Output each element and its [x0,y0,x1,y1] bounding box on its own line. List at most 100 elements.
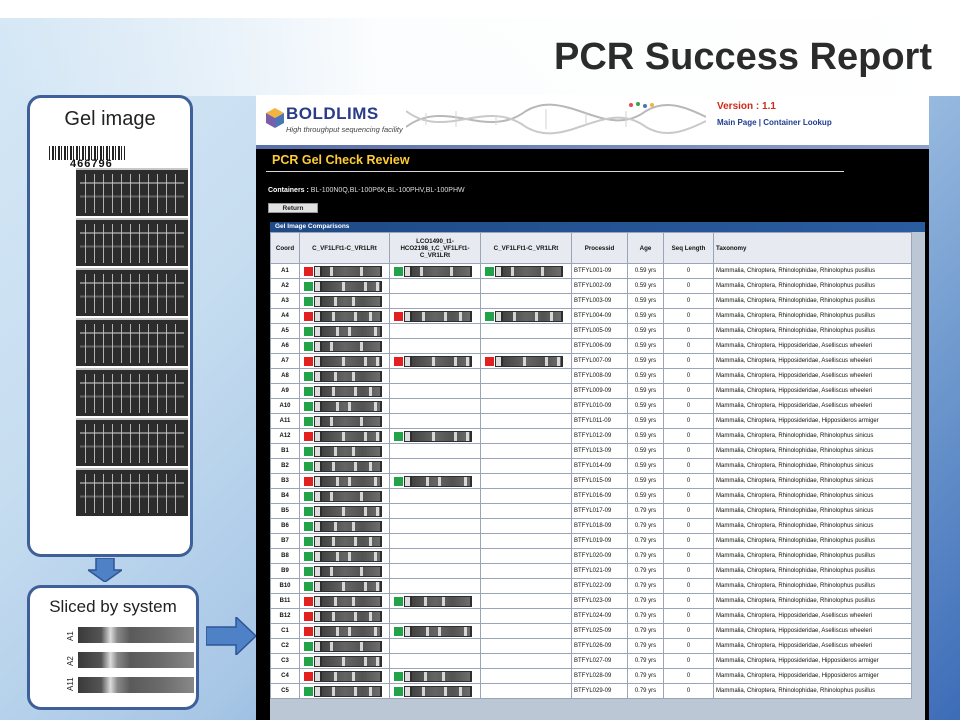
pass-status-icon[interactable] [304,416,313,426]
pass-status-icon[interactable] [304,536,313,546]
pass-status-icon[interactable] [304,686,313,696]
gel-lane-thumbnail[interactable] [314,550,382,562]
column-header[interactable]: C_VF1LFt1-C_VR1LRt [480,232,572,264]
pass-status-icon[interactable] [304,461,313,471]
gel-lane-thumbnail[interactable] [314,460,382,472]
gel-lane-thumbnail[interactable] [314,415,382,427]
gel-lane-thumbnail[interactable] [314,310,382,322]
gel-lane-thumbnail[interactable] [314,370,382,382]
column-header[interactable]: Taxonomy [713,232,912,264]
pass-status-icon[interactable] [304,341,313,351]
gel-result [392,310,478,323]
gel-lane-thumbnail[interactable] [314,610,382,622]
gel-lane-thumbnail[interactable] [404,685,472,697]
column-header[interactable]: Age [627,232,664,264]
slice-label: A1 [66,631,75,641]
gel-lane-thumbnail[interactable] [404,430,472,442]
pass-status-icon[interactable] [394,476,403,486]
gel-lane-thumbnail[interactable] [314,565,382,577]
processid-cell: BTFYL018-09 [571,518,628,534]
gel-lane-thumbnail[interactable] [404,475,472,487]
gel-lane-thumbnail[interactable] [314,265,382,277]
gel-cell [480,683,572,699]
pass-status-icon[interactable] [304,641,313,651]
gel-lane-thumbnail[interactable] [314,520,382,532]
gel-lane-thumbnail[interactable] [314,385,382,397]
column-header[interactable]: C_VF1LFt1-C_VR1LRt [299,232,390,264]
fail-status-icon[interactable] [304,476,313,486]
column-header[interactable]: Coord [270,232,300,264]
gel-lane-thumbnail[interactable] [314,445,382,457]
pass-status-icon[interactable] [304,551,313,561]
return-button[interactable]: Return [268,203,318,213]
gel-lane-thumbnail[interactable] [314,640,382,652]
fail-status-icon[interactable] [485,356,494,366]
gel-lane-thumbnail[interactable] [314,430,382,442]
fail-status-icon[interactable] [304,671,313,681]
pass-status-icon[interactable] [394,671,403,681]
gel-lane-thumbnail[interactable] [314,580,382,592]
gel-lane-thumbnail[interactable] [314,490,382,502]
coord-cell: C5 [270,683,300,699]
pass-status-icon[interactable] [304,506,313,516]
pass-status-icon[interactable] [304,371,313,381]
fail-status-icon[interactable] [304,596,313,606]
pass-status-icon[interactable] [304,326,313,336]
pass-status-icon[interactable] [304,656,313,666]
pass-status-icon[interactable] [304,491,313,501]
pass-status-icon[interactable] [304,521,313,531]
main-page-link[interactable]: Main Page [717,118,757,127]
gel-lane-thumbnail[interactable] [404,595,472,607]
pass-status-icon[interactable] [304,386,313,396]
sliced-panel: Sliced by system A1 A2 A11 [27,585,199,710]
fail-status-icon[interactable] [304,611,313,621]
gel-lane-thumbnail[interactable] [314,340,382,352]
fail-status-icon[interactable] [394,356,403,366]
pass-status-icon[interactable] [394,686,403,696]
gel-lane-thumbnail[interactable] [495,355,563,367]
pass-status-icon[interactable] [304,566,313,576]
fail-status-icon[interactable] [304,626,313,636]
gel-lane-thumbnail[interactable] [404,265,472,277]
gel-lane-thumbnail[interactable] [495,310,563,322]
container-lookup-link[interactable]: Container Lookup [763,118,831,127]
pass-status-icon[interactable] [394,266,403,276]
fail-status-icon[interactable] [394,311,403,321]
gel-lane-thumbnail[interactable] [314,475,382,487]
pass-status-icon[interactable] [304,581,313,591]
gel-lane-thumbnail[interactable] [404,355,472,367]
gel-lane-thumbnail[interactable] [314,670,382,682]
gel-lane-thumbnail[interactable] [314,295,382,307]
column-header[interactable]: Processid [571,232,628,264]
fail-status-icon[interactable] [304,431,313,441]
column-header[interactable]: LCO1490_t1-HCO2198_t,C_VF1LFt1-C_VR1LRt [389,232,481,264]
gel-lane-thumbnail[interactable] [404,670,472,682]
pass-status-icon[interactable] [394,596,403,606]
gel-lane-thumbnail[interactable] [404,310,472,322]
pass-status-icon[interactable] [304,281,313,291]
gel-lane-thumbnail[interactable] [495,265,563,277]
pass-status-icon[interactable] [485,311,494,321]
pass-status-icon[interactable] [304,446,313,456]
gel-lane-thumbnail[interactable] [404,625,472,637]
pass-status-icon[interactable] [304,401,313,411]
gel-lane-thumbnail[interactable] [314,535,382,547]
gel-lane-thumbnail[interactable] [314,355,382,367]
gel-lane-thumbnail[interactable] [314,685,382,697]
gel-lane-thumbnail[interactable] [314,595,382,607]
gel-lane-thumbnail[interactable] [314,655,382,667]
column-header[interactable]: Seq Length [663,232,714,264]
coord-cell: B4 [270,488,300,504]
gel-lane-thumbnail[interactable] [314,400,382,412]
pass-status-icon[interactable] [304,296,313,306]
gel-lane-thumbnail[interactable] [314,505,382,517]
gel-lane-thumbnail[interactable] [314,325,382,337]
pass-status-icon[interactable] [394,431,403,441]
pass-status-icon[interactable] [394,626,403,636]
fail-status-icon[interactable] [304,266,313,276]
gel-lane-thumbnail[interactable] [314,625,382,637]
fail-status-icon[interactable] [304,356,313,366]
gel-lane-thumbnail[interactable] [314,280,382,292]
pass-status-icon[interactable] [485,266,494,276]
fail-status-icon[interactable] [304,311,313,321]
